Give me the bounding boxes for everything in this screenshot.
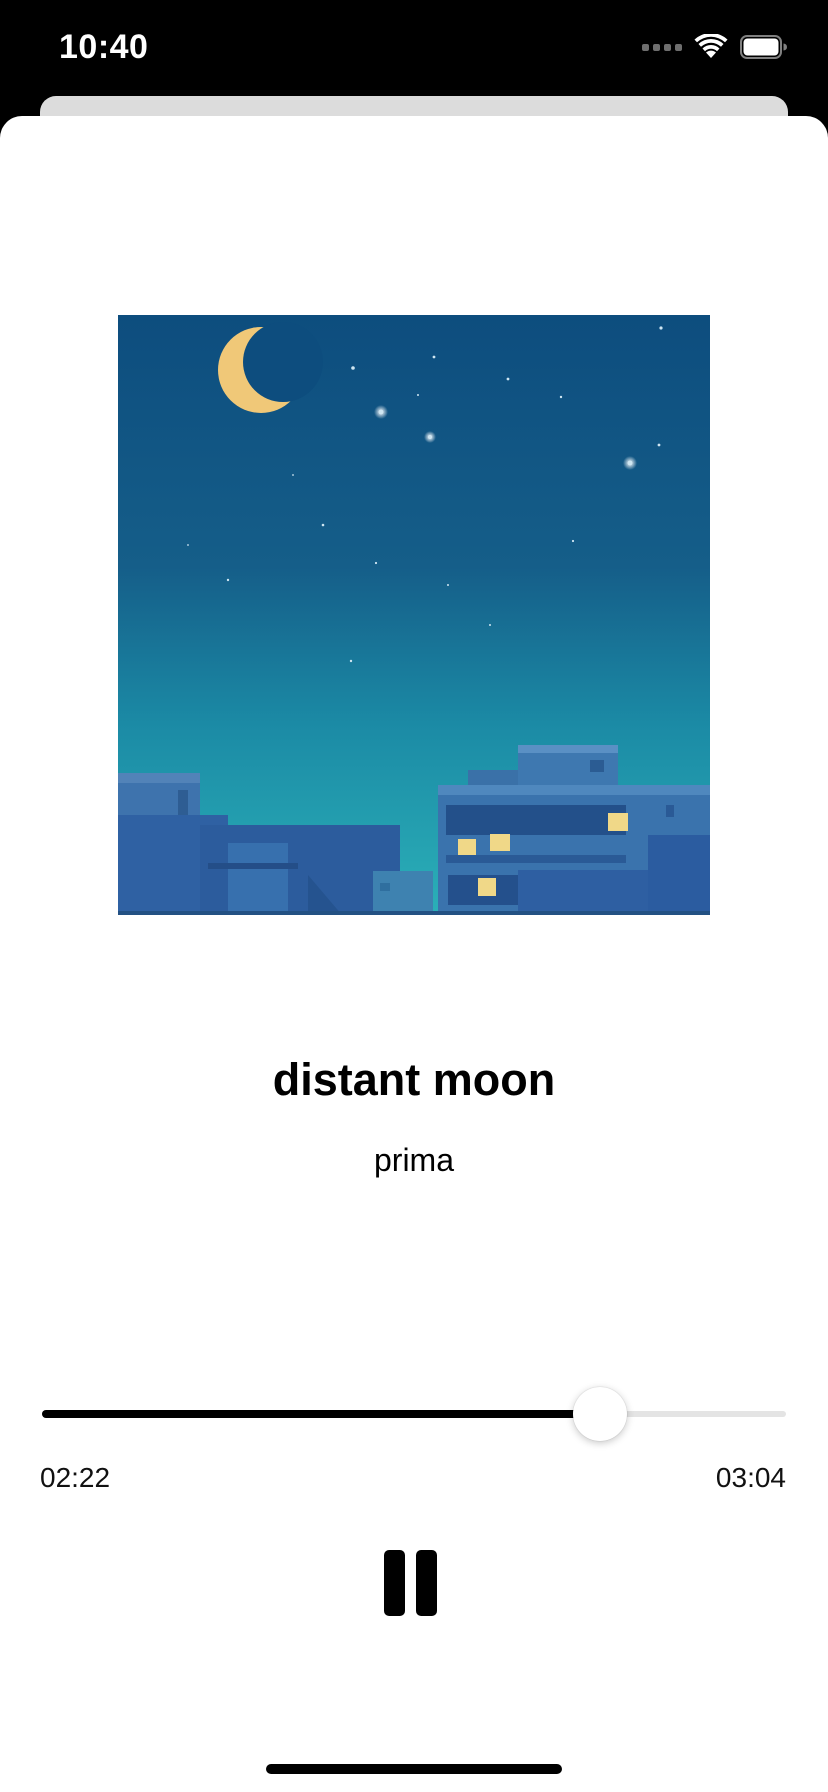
playback-progress-slider[interactable] (42, 1387, 786, 1441)
home-indicator[interactable] (266, 1764, 562, 1774)
cellular-signal-icon (642, 43, 682, 51)
progress-thumb[interactable] (573, 1387, 627, 1441)
total-time: 03:04 (715, 1462, 786, 1493)
wifi-icon (694, 34, 728, 58)
status-icons (642, 34, 788, 60)
pause-icon (384, 1550, 405, 1616)
track-title: distant moon (272, 1054, 556, 1105)
pause-button[interactable] (384, 1548, 444, 1618)
pause-icon-bar (416, 1550, 437, 1616)
album-artwork (118, 315, 710, 915)
elapsed-time: 02:22 (40, 1462, 111, 1493)
track-artist: prima (373, 1142, 454, 1178)
battery-icon (740, 35, 787, 59)
progress-fill (42, 1410, 600, 1418)
status-time: 10:40 (59, 28, 149, 66)
status-bar: 10:40 (0, 0, 828, 96)
